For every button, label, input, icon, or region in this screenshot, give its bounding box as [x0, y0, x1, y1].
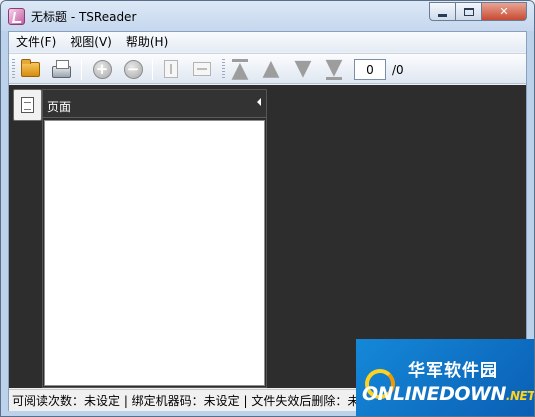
open-icon [20, 58, 40, 77]
pages-panel-title: 页面 [47, 100, 72, 114]
first-page-button[interactable]: ▲ [228, 57, 252, 83]
watermark-suffix: .NET [505, 389, 535, 403]
maximize-button[interactable] [456, 2, 482, 21]
open-button[interactable] [18, 58, 42, 80]
pages-panel-header: 页面 [43, 90, 266, 118]
close-button[interactable]: ✕ [482, 2, 527, 21]
minimize-button[interactable] [429, 2, 456, 21]
toolbar-grip[interactable] [12, 59, 15, 80]
first-page-icon: ▲ [231, 57, 249, 83]
toolbar-separator [81, 59, 82, 80]
page-total: /0 [392, 63, 404, 77]
menu-bar: 文件(F) 视图(V) 帮助(H) [9, 32, 526, 52]
zoom-out-icon: − [123, 59, 143, 79]
app-logo-icon [8, 8, 25, 25]
maximize-icon [463, 7, 474, 16]
window-title: 无标题 - TSReader [31, 10, 137, 24]
next-page-button[interactable]: ▼ [291, 58, 315, 80]
last-page-button[interactable]: ▼ [322, 54, 346, 80]
menu-file[interactable]: 文件(F) [9, 32, 63, 52]
menu-help[interactable]: 帮助(H) [119, 32, 175, 52]
prev-page-button[interactable]: ▲ [259, 58, 283, 80]
print-button[interactable] [49, 58, 73, 80]
last-page-icon: ▼ [325, 54, 343, 80]
pages-panel: 页面 [42, 89, 267, 388]
prev-page-icon: ▲ [262, 56, 280, 81]
watermark-bottom-text: ONLINEDOWN.NET [362, 383, 535, 405]
minimize-icon [438, 13, 447, 17]
zoom-in-button[interactable]: + [90, 58, 114, 80]
page-number-input[interactable] [354, 59, 386, 80]
zoom-in-icon: + [92, 59, 112, 79]
menu-view[interactable]: 视图(V) [63, 32, 119, 52]
fit-height-icon [164, 60, 178, 78]
watermark-top-text: 华军软件园 [408, 361, 498, 381]
fit-width-button[interactable] [190, 58, 214, 80]
page-thumbnails[interactable] [44, 120, 265, 386]
print-icon [51, 59, 71, 78]
status-text: 可阅读次数：未设定 | 绑定机器码：未设定 | 文件失效后删除：未 [12, 394, 360, 408]
fit-width-icon [193, 62, 211, 76]
zoom-out-button[interactable]: − [121, 58, 145, 80]
close-icon: ✕ [499, 5, 509, 18]
window-controls: ✕ [429, 2, 527, 22]
collapse-arrow-icon[interactable] [257, 98, 261, 106]
watermark-brand: ONLINEDOWN [362, 383, 506, 405]
pages-tab[interactable] [13, 89, 42, 121]
site-watermark: 华军软件园 ONLINEDOWN.NET [356, 339, 535, 416]
toolbar-separator [152, 59, 153, 80]
app-window: 无标题 - TSReader ✕ 文件(F) 视图(V) 帮助(H) + − ▲… [0, 0, 535, 417]
pages-icon [18, 95, 34, 113]
toolbar-grip[interactable] [222, 59, 225, 80]
title-bar[interactable]: 无标题 - TSReader ✕ [1, 1, 534, 31]
next-page-icon: ▼ [294, 56, 312, 81]
fit-height-button[interactable] [159, 58, 183, 80]
toolbar: + − ▲ ▲ ▼ ▼ /0 [9, 53, 526, 84]
